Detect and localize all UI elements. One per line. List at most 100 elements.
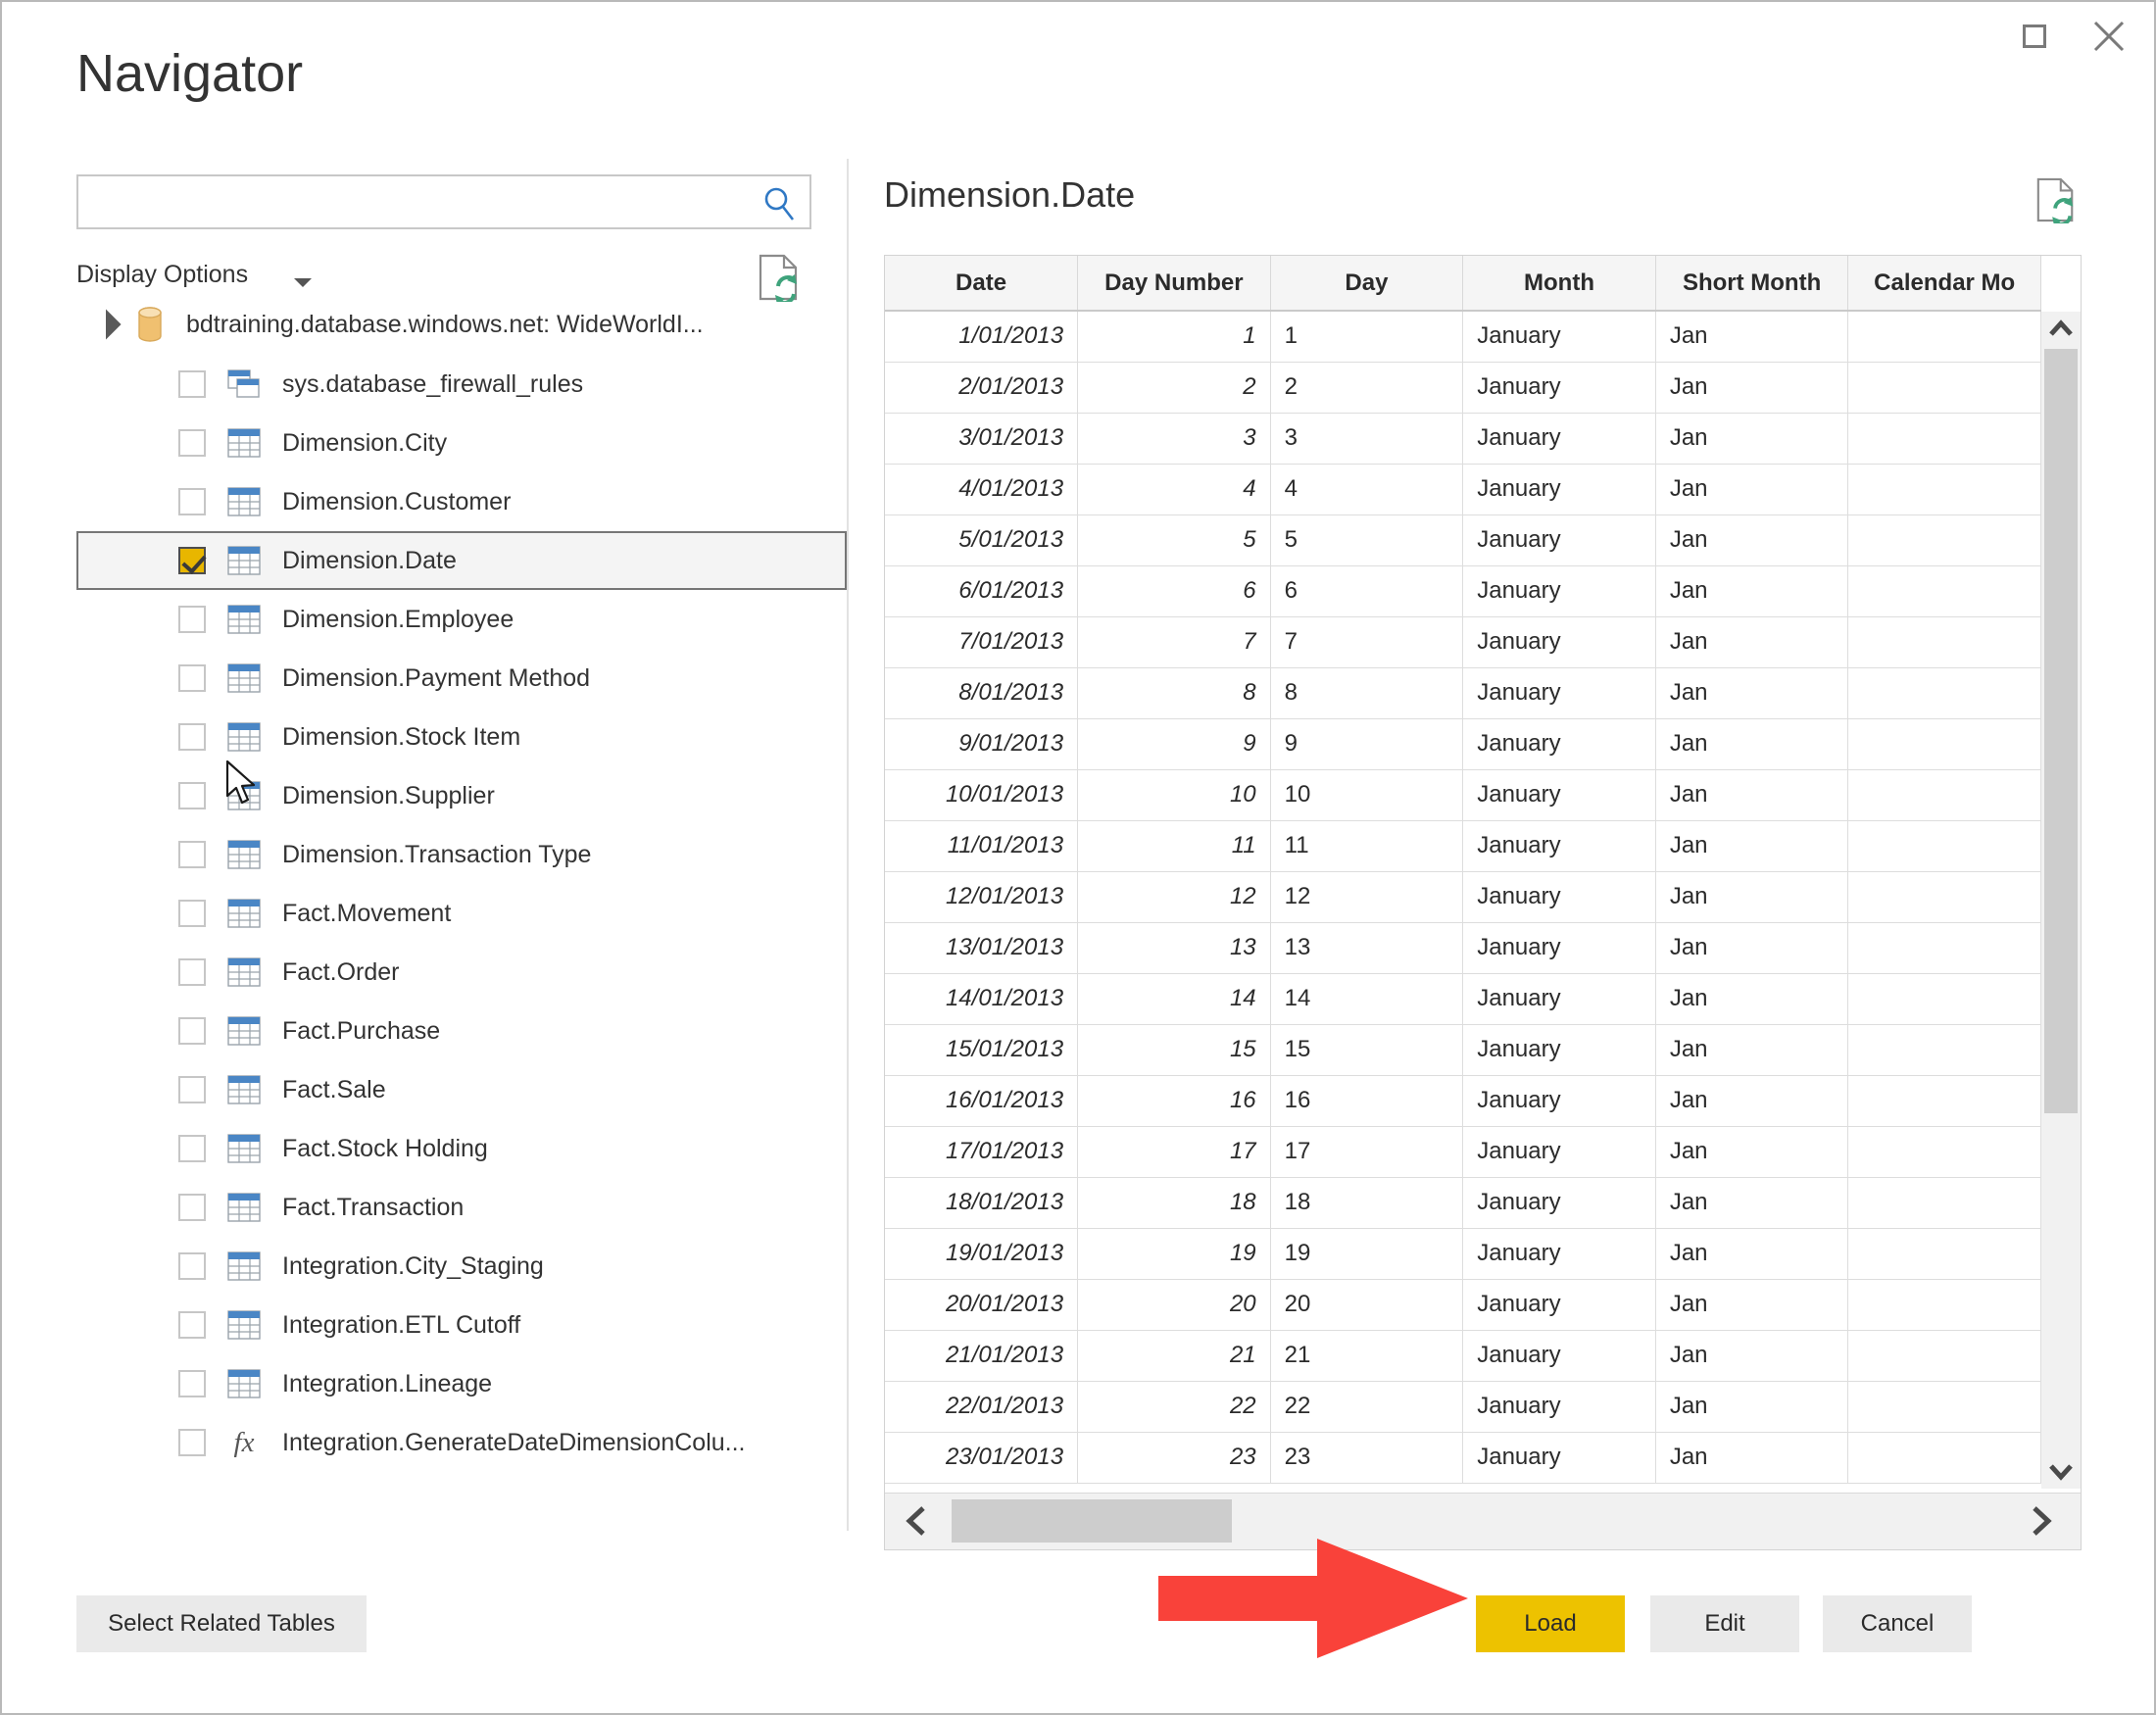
table-cell: 6	[1270, 565, 1464, 617]
table-row[interactable]: 8/01/2013 8 8 January Jan	[885, 667, 2041, 719]
vertical-scrollbar[interactable]	[2041, 312, 2081, 1489]
table-row[interactable]: 9/01/2013 9 9 January Jan	[885, 718, 2041, 770]
tree-item-checkbox[interactable]	[178, 900, 206, 927]
table-row[interactable]: 21/01/2013 21 21 January Jan	[885, 1330, 2041, 1382]
table-row[interactable]: 7/01/2013 7 7 January Jan	[885, 616, 2041, 668]
tree-item-checkbox[interactable]	[178, 547, 206, 574]
tree-item[interactable]: Fact.Purchase	[76, 1002, 847, 1060]
column-header[interactable]: Day	[1270, 256, 1464, 312]
tree-item[interactable]: sys.database_firewall_rules	[76, 355, 847, 414]
chevron-down-icon[interactable]	[2047, 1457, 2075, 1485]
table-row[interactable]: 3/01/2013 3 3 January Jan	[885, 413, 2041, 465]
table-row[interactable]: 23/01/2013 23 23 January Jan	[885, 1432, 2041, 1484]
tree-item[interactable]: Integration.City_Staging	[76, 1237, 847, 1296]
horizontal-scrollbar[interactable]	[885, 1493, 2081, 1549]
tree-item[interactable]: Fact.Stock Holding	[76, 1119, 847, 1178]
column-header[interactable]: Calendar Mo	[1847, 256, 2041, 312]
tree-item-checkbox[interactable]	[178, 1429, 206, 1456]
table-cell	[1847, 1381, 2041, 1433]
table-row[interactable]: 13/01/2013 13 13 January Jan	[885, 922, 2041, 974]
table-row[interactable]: 5/01/2013 5 5 January Jan	[885, 514, 2041, 566]
tree-item[interactable]: Fact.Sale	[76, 1060, 847, 1119]
table-row[interactable]: 11/01/2013 11 11 January Jan	[885, 820, 2041, 872]
edit-button[interactable]: Edit	[1650, 1595, 1799, 1652]
tree-item-checkbox[interactable]	[178, 782, 206, 809]
tree-item[interactable]: Fact.Order	[76, 943, 847, 1002]
search-input[interactable]	[86, 176, 753, 227]
table-cell: Jan	[1655, 1177, 1849, 1229]
tree-item[interactable]: Dimension.City	[76, 414, 847, 472]
tree-item-checkbox[interactable]	[178, 723, 206, 751]
vertical-scroll-thumb[interactable]	[2044, 349, 2078, 1113]
table-row[interactable]: 1/01/2013 1 1 January Jan	[885, 311, 2041, 363]
table-row[interactable]: 2/01/2013 2 2 January Jan	[885, 362, 2041, 414]
tree-item-checkbox[interactable]	[178, 1076, 206, 1103]
navigator-dialog: Navigator Display Options bdtraining.dat…	[0, 0, 2156, 1715]
table-icon	[227, 663, 261, 693]
chevron-down-icon[interactable]	[294, 278, 312, 287]
tree-item-label: Fact.Order	[282, 957, 400, 986]
tree-item-checkbox[interactable]	[178, 664, 206, 692]
chevron-up-icon[interactable]	[2047, 316, 2075, 343]
table-cell: January	[1462, 362, 1656, 414]
triangle-expanded-icon[interactable]	[90, 309, 122, 340]
table-row[interactable]: 4/01/2013 4 4 January Jan	[885, 464, 2041, 515]
table-row[interactable]: 22/01/2013 22 22 January Jan	[885, 1381, 2041, 1433]
tree-item[interactable]: fx Integration.GenerateDateDimensionColu.…	[76, 1413, 847, 1472]
tree-item-checkbox[interactable]	[178, 958, 206, 986]
table-cell: January	[1462, 1432, 1656, 1484]
chevron-right-icon[interactable]	[2024, 1505, 2055, 1537]
tree-item-checkbox[interactable]	[178, 1135, 206, 1162]
table-row[interactable]: 6/01/2013 6 6 January Jan	[885, 565, 2041, 617]
tree-item-checkbox[interactable]	[178, 1252, 206, 1280]
table-cell: 12/01/2013	[885, 871, 1079, 923]
tree-item-checkbox[interactable]	[178, 488, 206, 515]
column-header[interactable]: Day Number	[1077, 256, 1271, 312]
table-row[interactable]: 10/01/2013 10 10 January Jan	[885, 769, 2041, 821]
tree-item[interactable]: Dimension.Supplier	[76, 766, 847, 825]
tree-item-checkbox[interactable]	[178, 1311, 206, 1339]
tree-item[interactable]: Dimension.Payment Method	[76, 649, 847, 708]
tree-item-checkbox[interactable]	[178, 429, 206, 457]
column-header[interactable]: Short Month	[1655, 256, 1849, 312]
load-button[interactable]: Load	[1476, 1595, 1625, 1652]
horizontal-scroll-thumb[interactable]	[952, 1499, 1232, 1543]
table-row[interactable]: 16/01/2013 16 16 January Jan	[885, 1075, 2041, 1127]
tree-item[interactable]: Dimension.Date	[76, 531, 847, 590]
table-row[interactable]: 15/01/2013 15 15 January Jan	[885, 1024, 2041, 1076]
table-row[interactable]: 19/01/2013 19 19 January Jan	[885, 1228, 2041, 1280]
column-header[interactable]: Date	[885, 256, 1079, 312]
tree-root-node[interactable]: bdtraining.database.windows.net: WideWor…	[76, 294, 847, 355]
tree-item-checkbox[interactable]	[178, 1194, 206, 1221]
tree-item-checkbox[interactable]	[178, 370, 206, 398]
tree-item[interactable]: Integration.Lineage	[76, 1354, 847, 1413]
tree-item[interactable]: Integration.ETL Cutoff	[76, 1296, 847, 1354]
tree-item[interactable]: Dimension.Employee	[76, 590, 847, 649]
cancel-button[interactable]: Cancel	[1823, 1595, 1972, 1652]
maximize-button[interactable]	[2003, 10, 2066, 63]
tree-item[interactable]: Dimension.Customer	[76, 472, 847, 531]
tree-item[interactable]: Fact.Movement	[76, 884, 847, 943]
table-icon	[227, 1369, 261, 1398]
search-icon[interactable]	[760, 184, 800, 223]
search-box[interactable]	[76, 174, 811, 229]
tree-item-checkbox[interactable]	[178, 1017, 206, 1045]
page-refresh-icon[interactable]	[2034, 176, 2078, 223]
display-options-button[interactable]: Display Options	[76, 261, 248, 289]
tree-item[interactable]: Dimension.Transaction Type	[76, 825, 847, 884]
column-header[interactable]: Month	[1462, 256, 1656, 312]
table-row[interactable]: 17/01/2013 17 17 January Jan	[885, 1126, 2041, 1178]
tree-item-checkbox[interactable]	[178, 1370, 206, 1397]
tree-item-checkbox[interactable]	[178, 841, 206, 868]
chevron-left-icon[interactable]	[903, 1505, 934, 1537]
table-cell: Jan	[1655, 1126, 1849, 1178]
table-row[interactable]: 14/01/2013 14 14 January Jan	[885, 973, 2041, 1025]
table-row[interactable]: 20/01/2013 20 20 January Jan	[885, 1279, 2041, 1331]
tree-item[interactable]: Dimension.Stock Item	[76, 708, 847, 766]
close-button[interactable]	[2078, 10, 2140, 63]
tree-item-checkbox[interactable]	[178, 606, 206, 633]
select-related-tables-button[interactable]: Select Related Tables	[76, 1595, 367, 1652]
table-row[interactable]: 18/01/2013 18 18 January Jan	[885, 1177, 2041, 1229]
table-row[interactable]: 12/01/2013 12 12 January Jan	[885, 871, 2041, 923]
tree-item[interactable]: Fact.Transaction	[76, 1178, 847, 1237]
